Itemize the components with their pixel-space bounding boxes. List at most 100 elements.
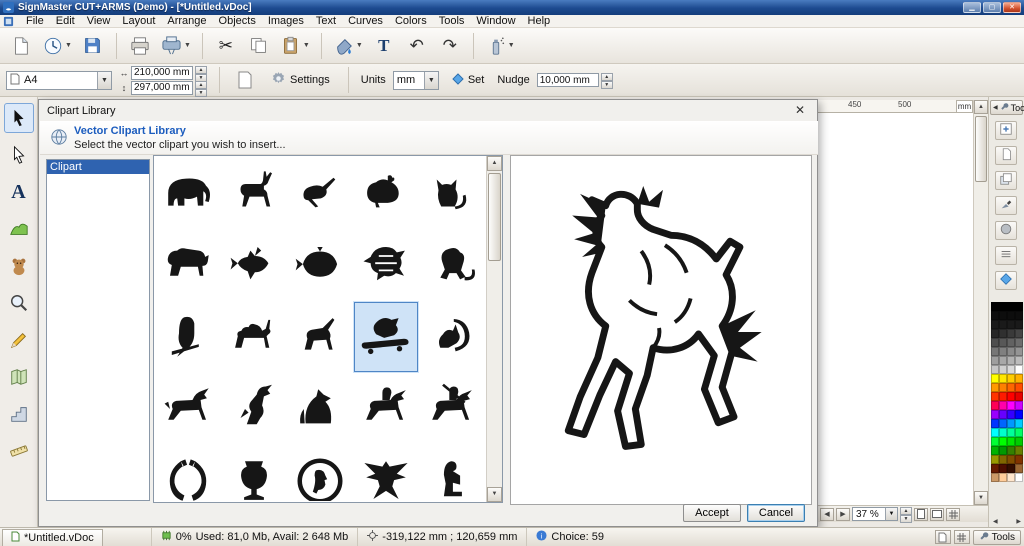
color-swatch[interactable] [999, 473, 1007, 482]
combo-arrow-icon[interactable]: ▼ [97, 72, 111, 89]
draw-tool[interactable] [4, 325, 34, 355]
paper-size-combo[interactable]: A4 ▼ [6, 71, 112, 90]
add-button[interactable] [995, 121, 1017, 140]
color-swatch[interactable] [991, 464, 999, 473]
scroll-up-icon[interactable]: ▲ [974, 100, 988, 114]
save-button[interactable] [78, 31, 108, 61]
color-swatch[interactable] [1015, 338, 1023, 347]
clipart-item-camel[interactable] [221, 301, 287, 373]
menu-layout[interactable]: Layout [116, 15, 161, 28]
color-swatch[interactable] [991, 374, 999, 383]
text-tool[interactable]: A [4, 177, 34, 207]
clipart-item-trophy-urn[interactable] [221, 445, 287, 501]
clipart-item-monkey[interactable] [419, 229, 485, 301]
color-swatch[interactable] [991, 392, 999, 401]
clipart-item-pufferfish[interactable] [287, 229, 353, 301]
clipart-item-angelfish[interactable] [221, 229, 287, 301]
grid-scrollbar[interactable]: ▲ ▼ [486, 156, 502, 502]
clipart-item-raccoon-skateboard[interactable] [353, 301, 419, 373]
color-swatch[interactable] [1007, 437, 1015, 446]
color-swatch[interactable] [1015, 428, 1023, 437]
color-swatch[interactable] [999, 401, 1007, 410]
clipart-item-profile-medallion[interactable] [287, 445, 353, 501]
text-button[interactable]: T [369, 31, 399, 61]
clipart-item-parrot[interactable] [155, 301, 221, 373]
height-spinner[interactable]: ▲▼ [195, 81, 207, 95]
zoom-tool[interactable] [4, 288, 34, 318]
color-swatch[interactable] [1007, 401, 1015, 410]
color-swatch[interactable] [999, 392, 1007, 401]
maximize-button[interactable]: ▢ [983, 2, 1001, 13]
cut-button[interactable]: ✂ [211, 31, 241, 61]
scroll-down-icon[interactable]: ▼ [487, 487, 502, 502]
color-swatch[interactable] [991, 365, 999, 374]
color-swatch[interactable] [1015, 347, 1023, 356]
select-tool[interactable] [4, 103, 34, 133]
color-swatch[interactable] [1007, 374, 1015, 383]
color-swatch[interactable] [991, 473, 999, 482]
color-swatch[interactable] [1007, 446, 1015, 455]
color-swatch[interactable] [1007, 365, 1015, 374]
lines-button[interactable] [995, 246, 1017, 265]
color-swatch[interactable] [999, 329, 1007, 338]
color-swatch[interactable] [1015, 473, 1023, 482]
document-tab[interactable]: *Untitled.vDoc [2, 529, 103, 546]
measure-tool[interactable] [4, 436, 34, 466]
page-height-field[interactable]: 297,000 mm [131, 81, 193, 95]
menu-text[interactable]: Text [310, 15, 342, 28]
menu-curves[interactable]: Curves [342, 15, 389, 28]
color-swatch[interactable] [1015, 356, 1023, 365]
menu-images[interactable]: Images [262, 15, 310, 28]
scroll-left-button[interactable]: ◀ [820, 508, 834, 521]
open-recent-button[interactable]: ▼ [39, 31, 75, 61]
tools-panel-toggle[interactable]: ◀ Tools [990, 100, 1023, 115]
color-swatch[interactable] [1015, 446, 1023, 455]
color-swatch[interactable] [1007, 338, 1015, 347]
fit-width-button[interactable] [930, 508, 944, 521]
gem-button[interactable] [995, 271, 1017, 290]
clipart-item-horse-heads[interactable] [287, 373, 353, 445]
clipart-item-deer[interactable] [221, 157, 287, 229]
menu-file[interactable]: File [20, 15, 50, 28]
color-swatch[interactable] [991, 338, 999, 347]
clipart-item-kneeling-knight[interactable] [419, 445, 485, 501]
color-swatch[interactable] [991, 428, 999, 437]
clipart-item-horseshoe[interactable] [155, 445, 221, 501]
color-swatch[interactable] [999, 464, 1007, 473]
zoom-spinner[interactable]: ▲▼ [900, 507, 912, 521]
close-button[interactable]: ✕ [1003, 2, 1021, 13]
color-swatch[interactable] [991, 410, 999, 419]
zoom-combo[interactable]: 37 % ▼ [852, 507, 898, 521]
color-swatch[interactable] [999, 428, 1007, 437]
color-swatch[interactable] [1007, 410, 1015, 419]
color-swatch[interactable] [1007, 419, 1015, 428]
clipart-item-horse-rearing[interactable] [221, 373, 287, 445]
color-swatch[interactable] [1007, 356, 1015, 365]
map-tool[interactable] [4, 362, 34, 392]
clipart-item-hen[interactable] [353, 157, 419, 229]
color-swatch[interactable] [999, 410, 1007, 419]
color-swatch[interactable] [991, 320, 999, 329]
canvas[interactable] [818, 113, 973, 505]
clipart-item-cat[interactable] [419, 157, 485, 229]
color-swatch[interactable] [1015, 464, 1023, 473]
paste-button[interactable]: ▼ [277, 31, 313, 61]
settings-button[interactable]: Settings [265, 68, 336, 92]
color-swatch[interactable] [1007, 428, 1015, 437]
dropdown-arrow-icon[interactable]: ▼ [303, 42, 310, 49]
page-width-field[interactable]: 210,000 mm [131, 66, 193, 80]
color-swatch[interactable] [1007, 383, 1015, 392]
menu-arrange[interactable]: Arrange [161, 15, 212, 28]
color-swatch[interactable] [991, 446, 999, 455]
color-swatch[interactable] [999, 302, 1007, 311]
color-swatch[interactable] [1015, 392, 1023, 401]
canvas-vertical-scrollbar[interactable]: ▲ ▼ [973, 100, 988, 505]
menu-objects[interactable]: Objects [213, 15, 262, 28]
color-swatch[interactable] [1007, 320, 1015, 329]
color-swatch[interactable] [999, 320, 1007, 329]
color-swatch[interactable] [1007, 464, 1015, 473]
dropdown-arrow-icon[interactable]: ▼ [65, 42, 72, 49]
color-swatch[interactable] [991, 311, 999, 320]
scrollbar-thumb[interactable] [975, 116, 987, 182]
color-swatch[interactable] [1015, 329, 1023, 338]
